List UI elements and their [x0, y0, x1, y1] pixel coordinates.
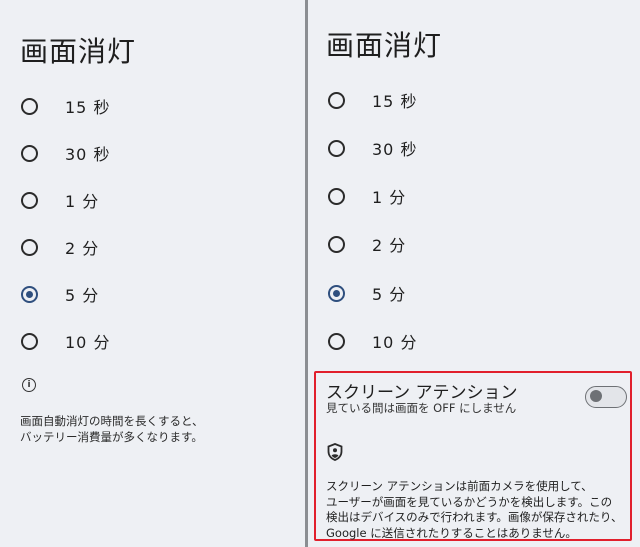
option-label: 10 分	[372, 333, 418, 352]
toggle-knob	[590, 390, 602, 402]
info-icon: i	[22, 378, 36, 392]
battery-note: 画面自動消灯の時間を長くすると、 バッテリー消費量が多くなります。	[20, 414, 204, 444]
option-2-minutes[interactable]: 2 分	[328, 230, 406, 258]
radio-button[interactable]	[328, 91, 345, 109]
radio-button-selected[interactable]	[328, 284, 345, 302]
radio-button[interactable]	[328, 139, 345, 157]
option-10-minutes[interactable]: 10 分	[21, 327, 110, 355]
option-label: 1 分	[65, 192, 100, 211]
option-2-minutes[interactable]: 2 分	[21, 233, 99, 261]
option-label: 1 分	[372, 188, 407, 207]
radio-button[interactable]	[21, 144, 38, 162]
option-30-seconds[interactable]: 30 秒	[21, 139, 110, 167]
option-label: 30 秒	[372, 140, 418, 159]
option-30-seconds[interactable]: 30 秒	[328, 134, 417, 162]
screen-attention-description: スクリーン アテンションは前面カメラを使用して、 ユーザーが画面を見ているかどう…	[326, 479, 623, 540]
page-title: 画面消灯	[20, 35, 137, 68]
radio-button[interactable]	[21, 191, 38, 209]
option-label: 5 分	[372, 285, 407, 304]
page-title: 画面消灯	[326, 29, 443, 62]
option-15-seconds[interactable]: 15 秒	[328, 86, 417, 114]
option-5-minutes[interactable]: 5 分	[328, 279, 406, 307]
radio-button[interactable]	[21, 97, 38, 115]
option-label: 15 秒	[372, 92, 418, 111]
radio-button[interactable]	[21, 238, 38, 256]
option-1-minute[interactable]: 1 分	[328, 182, 406, 210]
option-label: 10 分	[65, 333, 111, 352]
radio-button[interactable]	[21, 332, 38, 350]
left-panel: 画面消灯 15 秒 30 秒 1 分 2 分 5 分 10 分 i 画面自動消灯…	[0, 0, 305, 547]
radio-button[interactable]	[328, 332, 345, 350]
option-label: 30 秒	[65, 145, 111, 164]
screen-attention-toggle[interactable]	[585, 386, 627, 408]
shield-person-icon	[327, 443, 343, 461]
option-label: 5 分	[65, 286, 100, 305]
radio-button-selected[interactable]	[21, 285, 38, 303]
option-5-minutes[interactable]: 5 分	[21, 280, 99, 308]
option-label: 2 分	[372, 236, 407, 255]
option-10-minutes[interactable]: 10 分	[328, 327, 417, 355]
radio-button[interactable]	[328, 235, 345, 253]
radio-button[interactable]	[328, 187, 345, 205]
option-15-seconds[interactable]: 15 秒	[21, 92, 110, 120]
option-label: 2 分	[65, 239, 100, 258]
option-label: 15 秒	[65, 98, 111, 117]
option-1-minute[interactable]: 1 分	[21, 186, 99, 214]
screen-attention-subtitle: 見ている間は画面を OFF にしません	[326, 401, 517, 415]
